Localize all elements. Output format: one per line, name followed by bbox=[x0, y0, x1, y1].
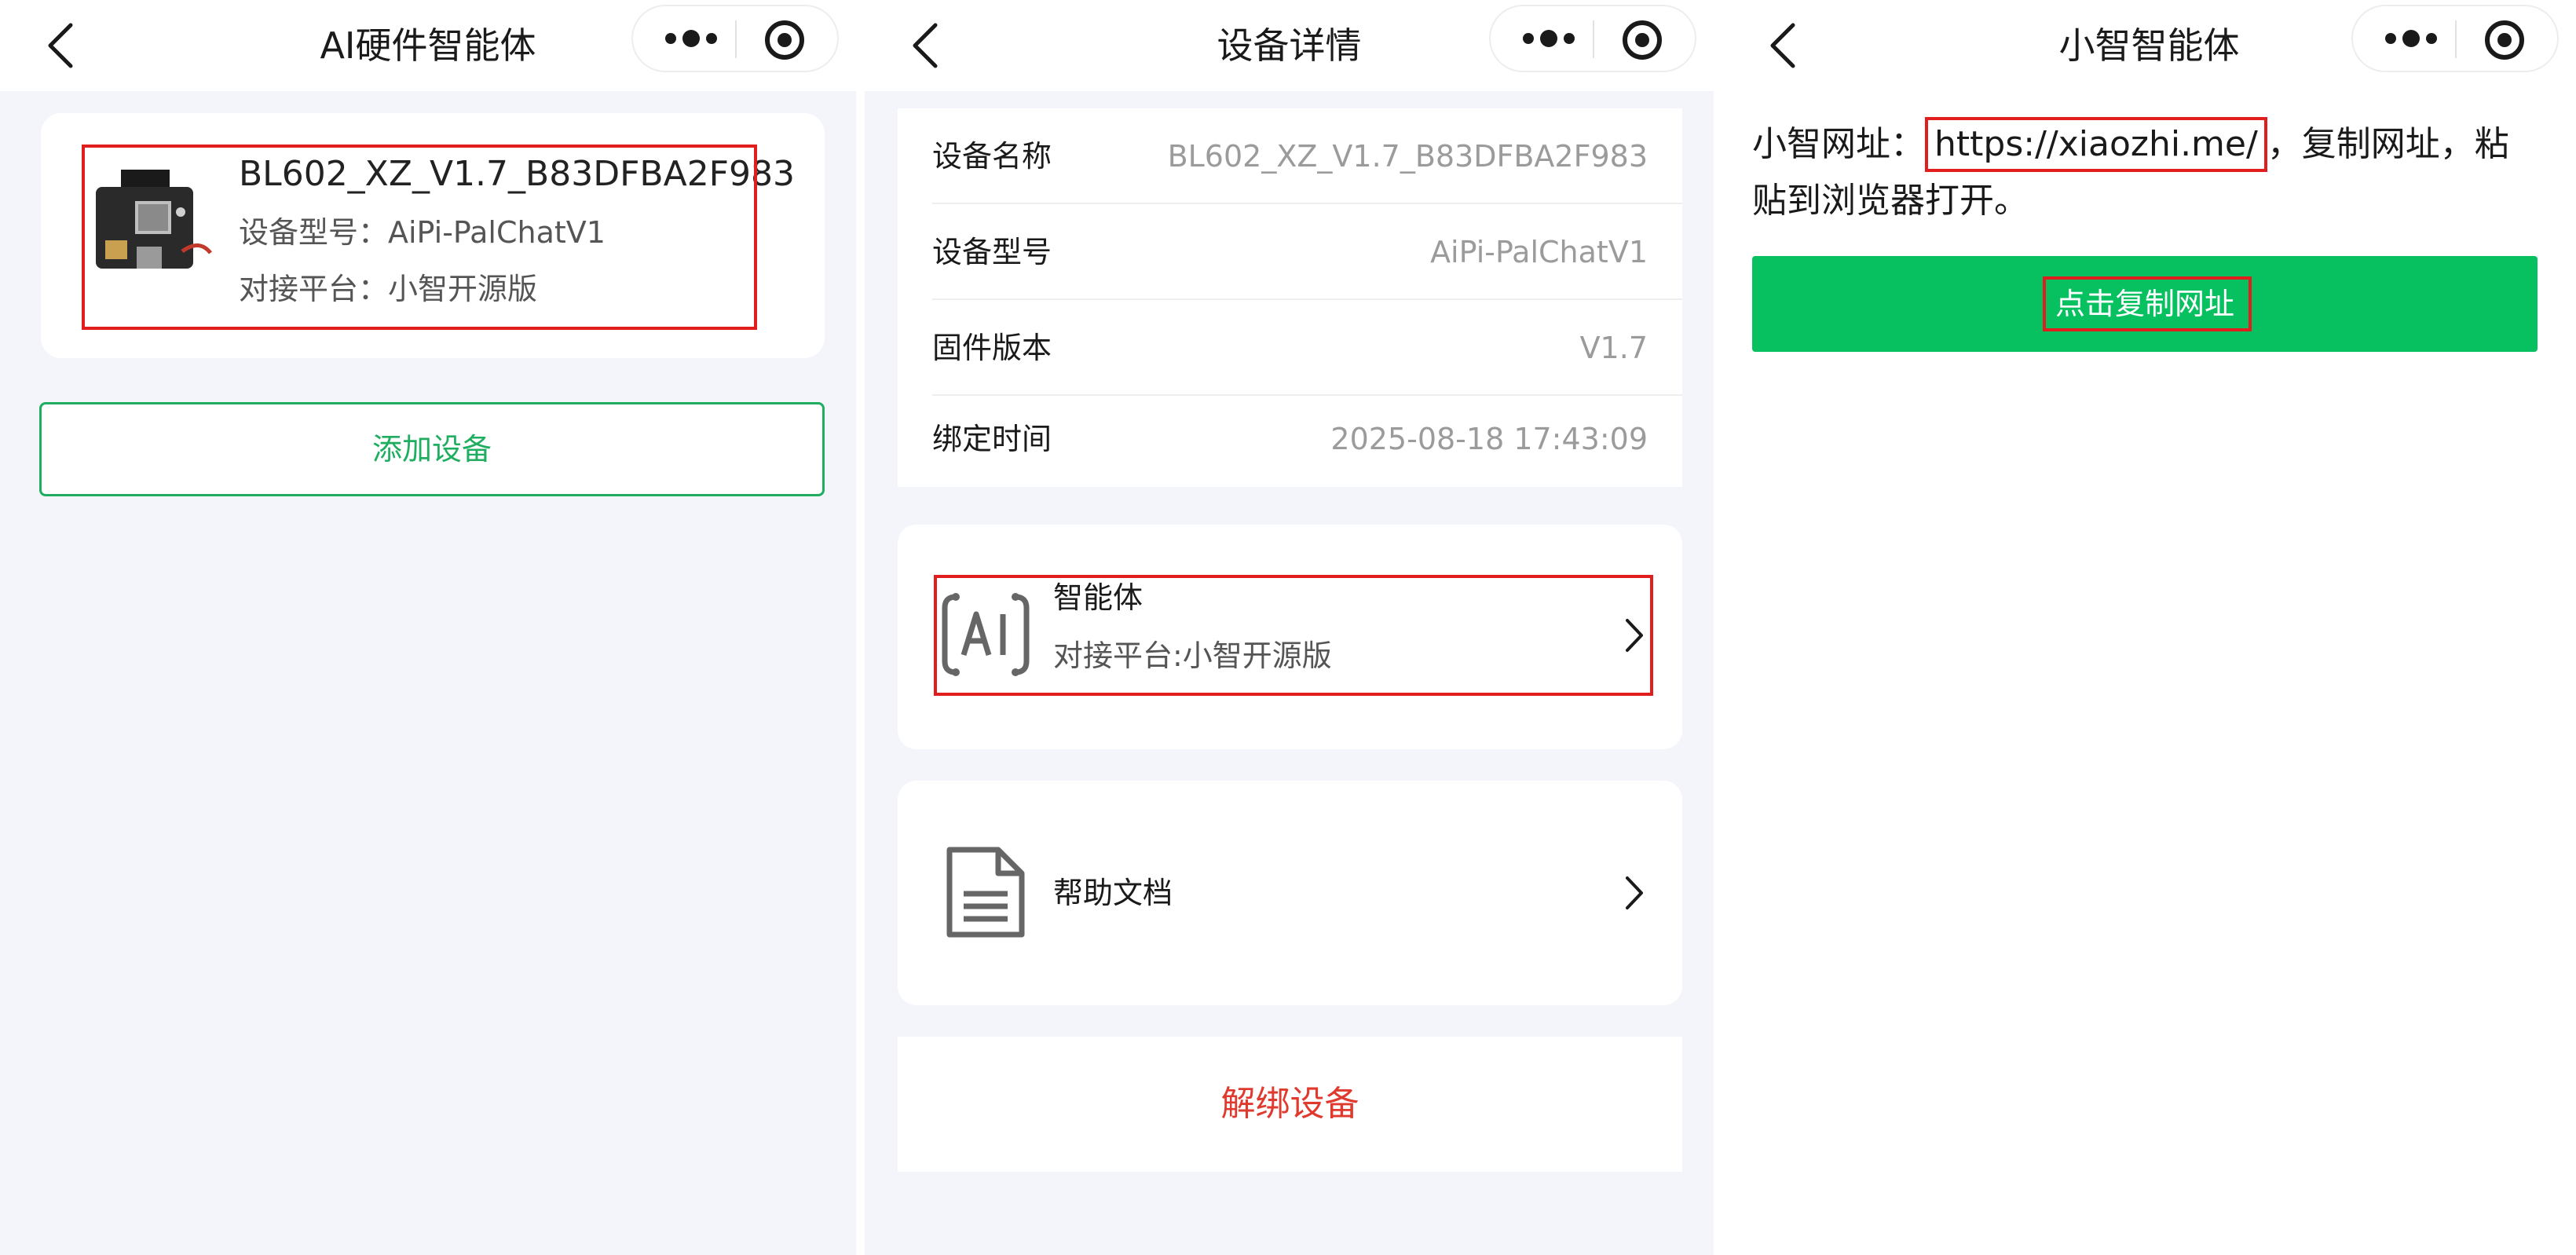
unbind-device-button[interactable]: 解绑设备 bbox=[898, 1037, 1682, 1172]
panel-xiaozhi-agent: 小智智能体 小智网址： https://xiaozhi.me/，复制网址，粘贴到浏… bbox=[1722, 0, 2576, 1255]
add-device-button[interactable]: 添加设备 bbox=[39, 402, 825, 496]
info-row-bind-time: 绑定时间 2025-08-18 17:43:09 bbox=[898, 391, 1682, 487]
info-row-device-model: 设备型号 AiPi-PalChatV1 bbox=[898, 204, 1682, 300]
target-icon[interactable] bbox=[1616, 14, 1668, 66]
document-icon bbox=[946, 847, 1025, 938]
help-doc-menu-card[interactable]: 帮助文档 bbox=[898, 781, 1682, 1005]
mini-program-capsule bbox=[1489, 5, 1696, 72]
info-row-device-name: 设备名称 BL602_XZ_V1.7_B83DFBA2F983 bbox=[898, 108, 1682, 204]
panel-gutter bbox=[856, 0, 865, 1255]
more-icon[interactable] bbox=[2373, 13, 2449, 64]
unbind-label: 解绑设备 bbox=[1220, 1084, 1359, 1124]
page-content: BL602_XZ_V1.7_B83DFBA2F983 设备型号：AiPi-Pal… bbox=[0, 91, 856, 1255]
xiaozhi-url-link[interactable]: https://xiaozhi.me/ bbox=[1925, 117, 2267, 172]
panel-device-detail: 设备详情 设备名称 BL602_XZ_V1.7_B83DFBA2F983 设备型… bbox=[865, 0, 1714, 1255]
mini-program-capsule bbox=[2351, 5, 2559, 72]
capsule-divider bbox=[1593, 20, 1594, 58]
device-card[interactable]: BL602_XZ_V1.7_B83DFBA2F983 设备型号：AiPi-Pal… bbox=[41, 113, 825, 358]
target-icon[interactable] bbox=[759, 14, 810, 66]
help-doc-label: 帮助文档 bbox=[1053, 876, 1173, 910]
highlight-box bbox=[934, 575, 1653, 696]
capsule-divider bbox=[2455, 20, 2457, 58]
info-value: BL602_XZ_V1.7_B83DFBA2F983 bbox=[1167, 139, 1648, 174]
chevron-right-icon bbox=[1626, 876, 1643, 909]
info-label: 设备名称 bbox=[932, 139, 1052, 174]
capsule-divider bbox=[735, 20, 737, 58]
info-label: 设备型号 bbox=[932, 235, 1052, 269]
highlight-box bbox=[82, 145, 757, 330]
info-label: 固件版本 bbox=[932, 331, 1052, 365]
instruction-text: 小智网址： https://xiaozhi.me/，复制网址，粘贴到浏览器打开。 bbox=[1752, 116, 2538, 229]
target-icon[interactable] bbox=[2479, 14, 2530, 66]
info-value: V1.7 bbox=[1579, 331, 1648, 365]
info-label: 绑定时间 bbox=[932, 422, 1052, 456]
highlight-box bbox=[2043, 276, 2252, 331]
page-content: 设备名称 BL602_XZ_V1.7_B83DFBA2F983 设备型号 AiP… bbox=[865, 91, 1714, 1255]
panel-device-list: AI硬件智能体 BL602_XZ_V1.7_B83DFBA2F983 设备型号：… bbox=[0, 0, 856, 1255]
panel-gutter bbox=[1714, 0, 1722, 1255]
info-value: 2025-08-18 17:43:09 bbox=[1330, 422, 1648, 456]
info-row-firmware: 固件版本 V1.7 bbox=[898, 300, 1682, 396]
nav-bar: AI硬件智能体 bbox=[0, 0, 856, 91]
agent-menu-card[interactable]: 智能体 对接平台:小智开源版 bbox=[898, 525, 1682, 749]
url-prefix: 小智网址： bbox=[1752, 124, 1925, 164]
more-icon[interactable] bbox=[653, 13, 729, 64]
copy-url-button[interactable]: 点击复制网址 bbox=[1752, 256, 2538, 352]
nav-bar: 小智智能体 bbox=[1722, 0, 2576, 91]
info-value: AiPi-PalChatV1 bbox=[1430, 235, 1648, 269]
page-content: 小智网址： https://xiaozhi.me/，复制网址，粘贴到浏览器打开。 … bbox=[1722, 91, 2576, 1255]
nav-bar: 设备详情 bbox=[865, 0, 1714, 91]
device-info-card: 设备名称 BL602_XZ_V1.7_B83DFBA2F983 设备型号 AiP… bbox=[898, 108, 1682, 487]
more-icon[interactable] bbox=[1511, 13, 1586, 64]
mini-program-capsule bbox=[631, 5, 839, 72]
